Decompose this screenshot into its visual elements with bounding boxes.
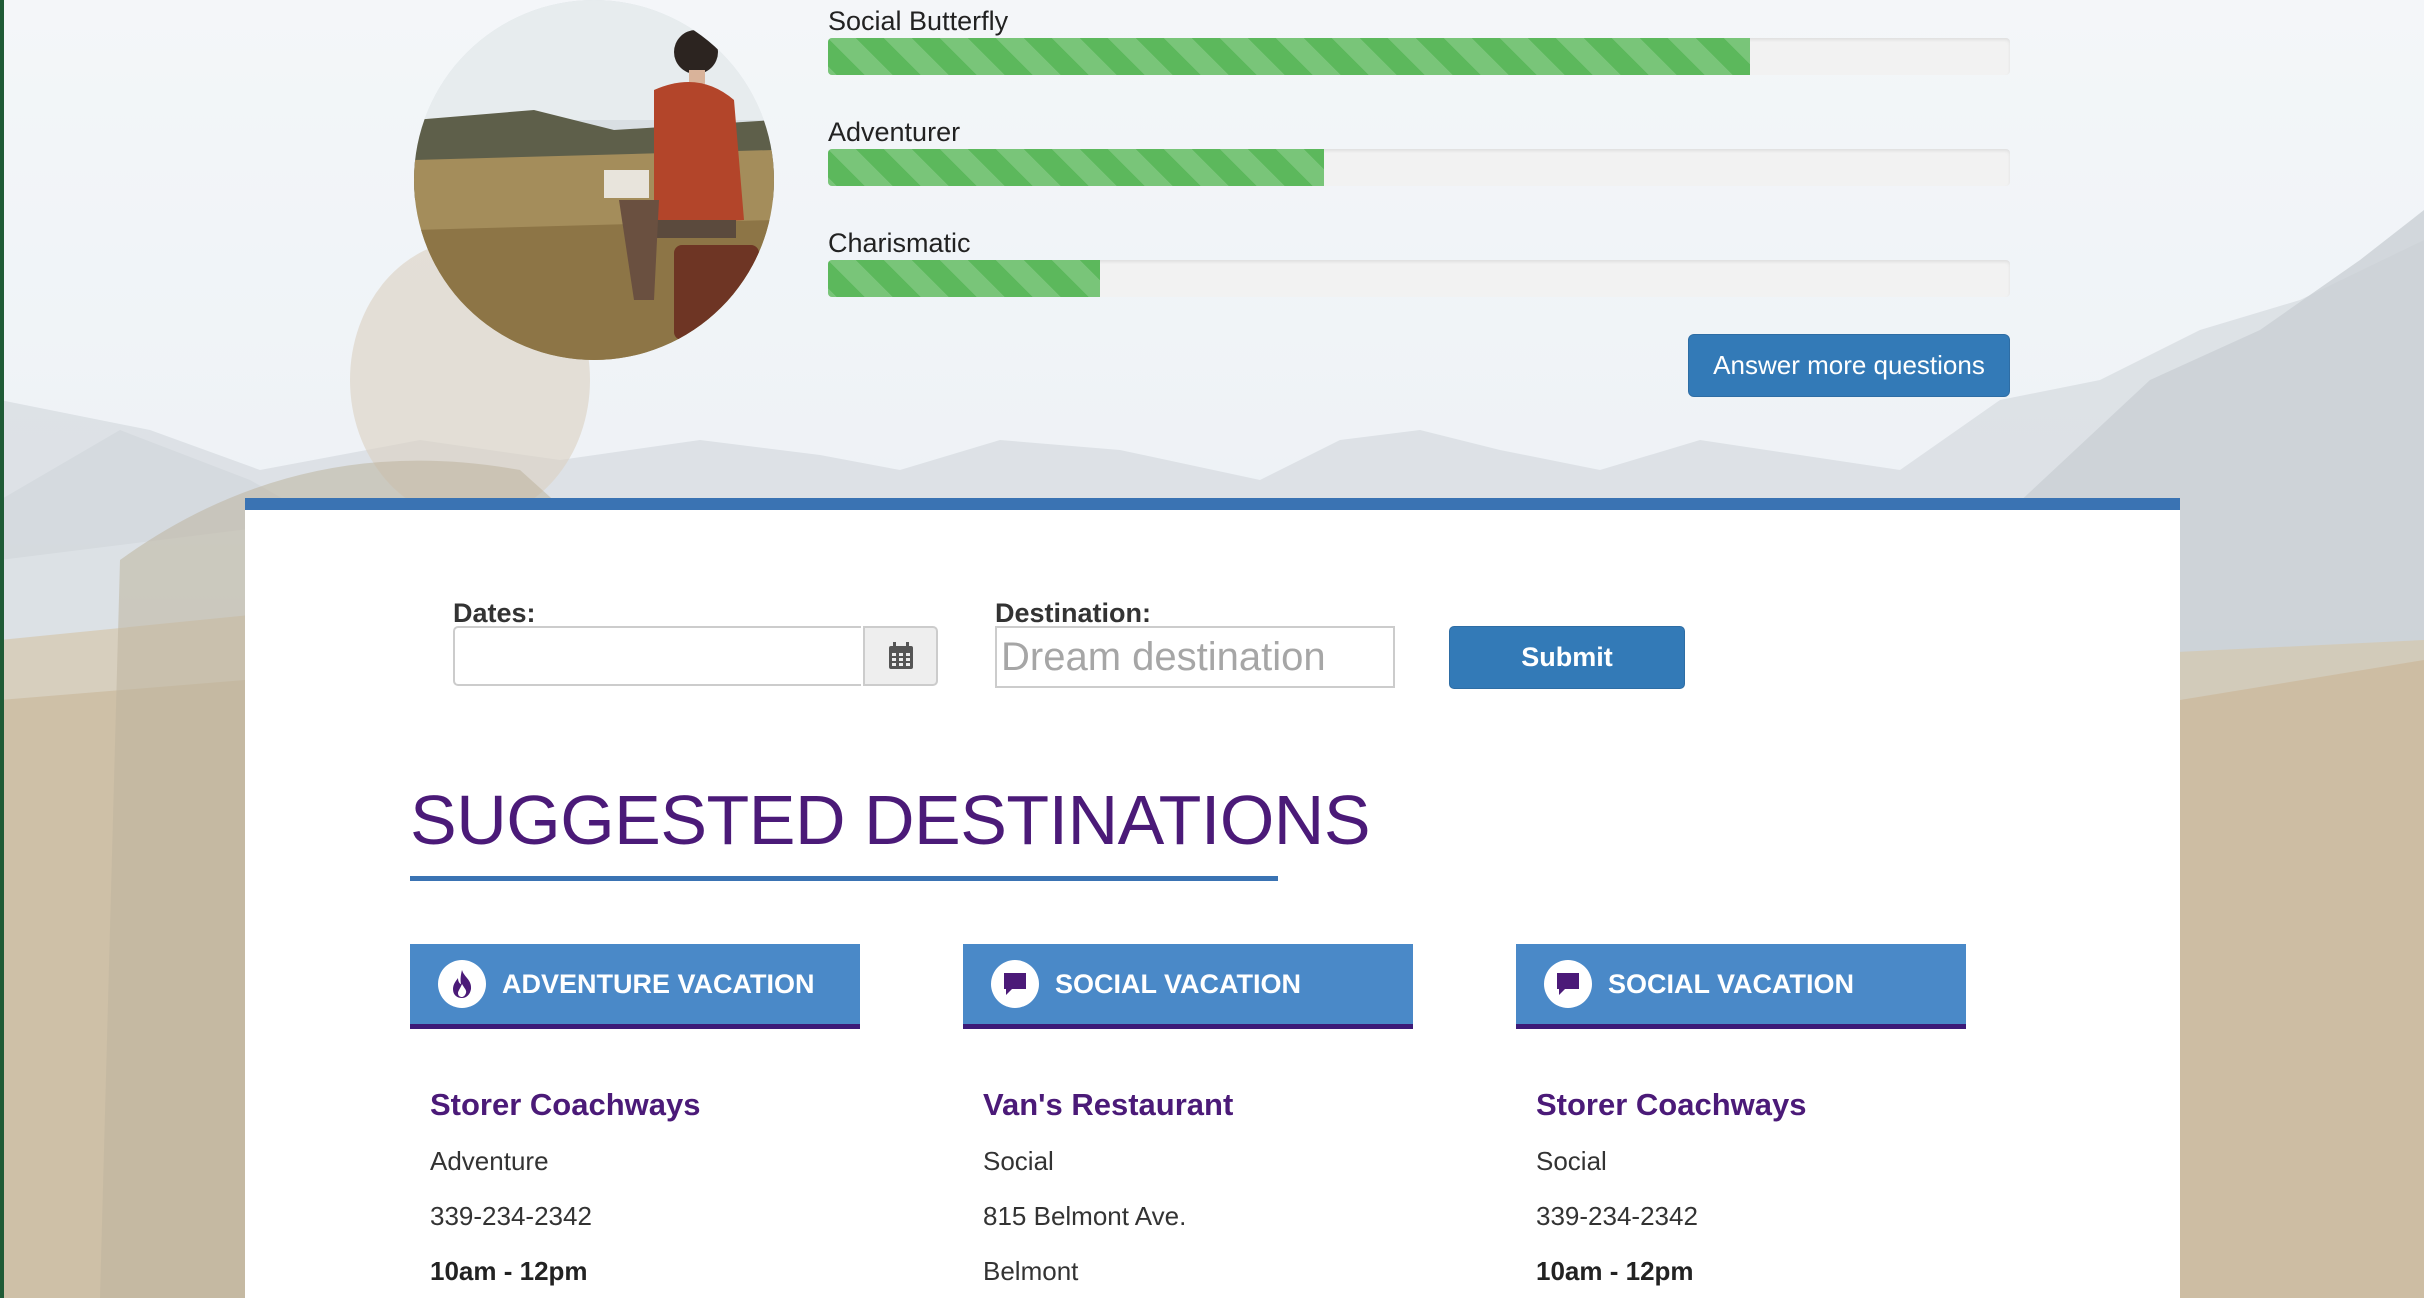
submit-button[interactable]: Submit (1449, 626, 1685, 689)
skill-label: Charismatic (828, 228, 971, 258)
dates-label: Dates: (453, 598, 536, 628)
chat-bubble-icon (1544, 960, 1592, 1008)
destination-label: Destination: (995, 598, 1152, 628)
destination-input[interactable] (995, 626, 1395, 688)
progress-fill (828, 260, 1100, 297)
profile-avatar (414, 0, 774, 360)
destination-category-banner: SOCIAL VACATION (1516, 944, 1966, 1029)
destination-phone: 339-234-2342 (430, 1201, 592, 1231)
flame-icon (438, 960, 486, 1008)
destination-category-banner: ADVENTURE VACATION (410, 944, 860, 1029)
destination-type: Social (1536, 1146, 1607, 1176)
calendar-button[interactable] (863, 626, 938, 686)
skill-bars: Social Butterfly Adventurer Charismatic (828, 4, 2010, 337)
destination-category: SOCIAL VACATION (1608, 968, 1855, 999)
destination-hours: 10am - 12pm (1536, 1256, 1694, 1286)
destination-card[interactable]: SOCIAL VACATION Van's Restaurant Social … (963, 944, 1413, 1290)
destination-card[interactable]: ADVENTURE VACATION Storer Coachways Adve… (410, 944, 860, 1290)
destination-address: 815 Belmont Ave. (983, 1201, 1187, 1231)
skill-label: Social Butterfly (828, 6, 1009, 36)
main-card: Dates: Destination: Submit SUGGESTED DES… (245, 498, 2180, 1298)
progress-track (828, 260, 2010, 297)
progress-track (828, 38, 2010, 75)
destination-name: Storer Coachways (430, 1087, 701, 1122)
skill-label: Adventurer (828, 117, 961, 147)
destination-phone: 339-234-2342 (1536, 1201, 1698, 1231)
suggested-destinations-title: SUGGESTED DESTINATIONS (410, 781, 1371, 859)
title-underline (410, 876, 1278, 881)
destination-category: ADVENTURE VACATION (502, 968, 815, 999)
skill-charismatic: Charismatic (828, 226, 2010, 337)
progress-track (828, 149, 2010, 186)
window-edge (0, 0, 4, 1298)
destination-category-banner: SOCIAL VACATION (963, 944, 1413, 1029)
answer-more-questions-button[interactable]: Answer more questions (1688, 334, 2010, 397)
calendar-icon (888, 642, 913, 669)
destination-name: Van's Restaurant (983, 1087, 1234, 1122)
progress-fill (828, 149, 1325, 186)
destination-city: Belmont (983, 1256, 1079, 1286)
destination-category: SOCIAL VACATION (1055, 968, 1302, 999)
skill-social-butterfly: Social Butterfly (828, 4, 2010, 115)
destination-hours: 10am - 12pm (430, 1256, 588, 1286)
destination-card[interactable]: SOCIAL VACATION Storer Coachways Social … (1516, 944, 1966, 1290)
progress-fill (828, 38, 1750, 75)
skill-adventurer: Adventurer (828, 115, 2010, 226)
chat-bubble-icon (991, 960, 1039, 1008)
destination-name: Storer Coachways (1536, 1087, 1807, 1122)
destination-type: Social (983, 1146, 1054, 1176)
dates-input[interactable] (453, 626, 861, 686)
destination-type: Adventure (430, 1146, 549, 1176)
